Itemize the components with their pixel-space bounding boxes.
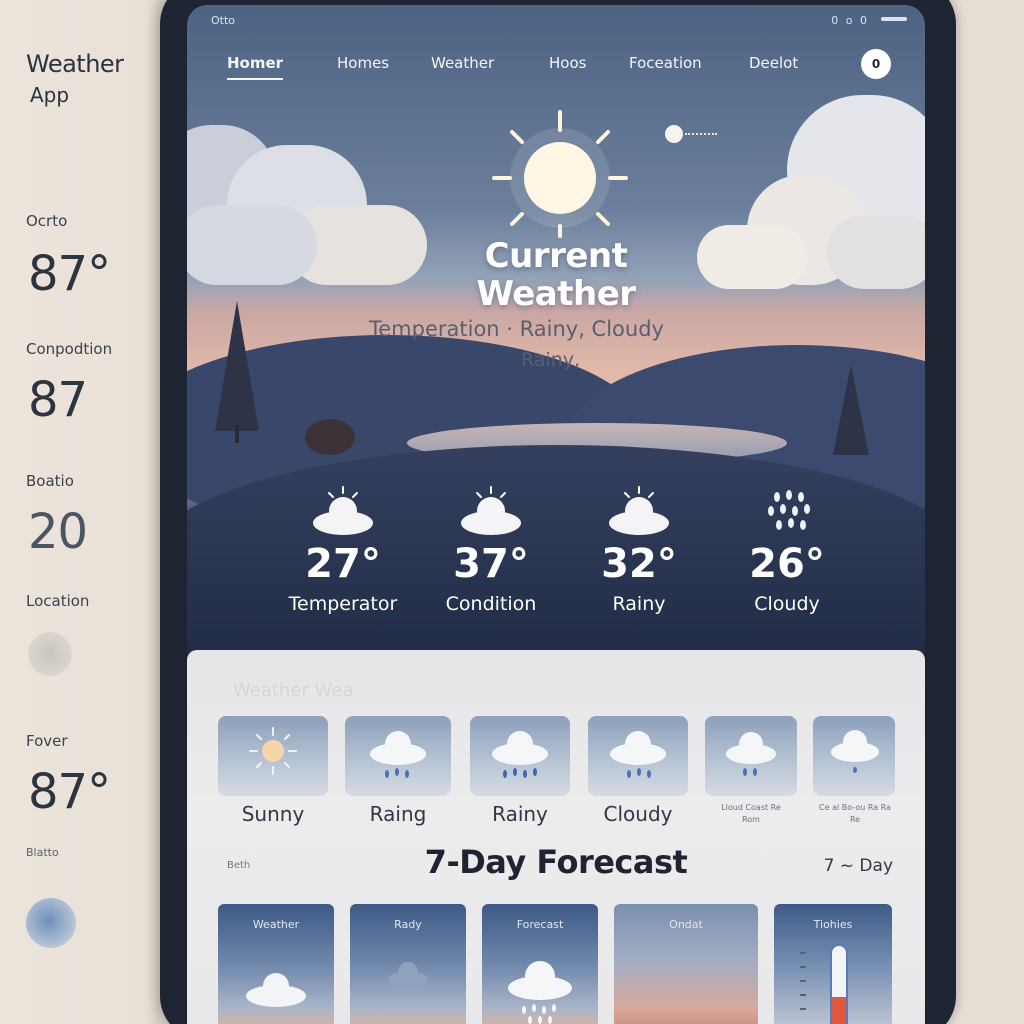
condition-card-rainy[interactable] (470, 716, 570, 796)
day-card[interactable]: Ondat (614, 904, 758, 1024)
day-card-title: Rady (394, 918, 422, 931)
forecast-panel: Weather Wea Sunny Raing Rainy Cloudy Llo… (187, 650, 925, 1024)
condition-label: Rainy (492, 802, 548, 826)
condition-card-raing[interactable] (345, 716, 451, 796)
condition-label: Ce al Bo-ou Ra Ra Re (819, 803, 891, 824)
side-label: Ocrto (26, 212, 68, 230)
day-card-title: Tiohies (813, 918, 853, 931)
current-stat-value: 37° (453, 541, 529, 587)
current-stat-condition[interactable]: 37° Condition (411, 485, 571, 615)
day-card[interactable]: Forecast (482, 904, 598, 1024)
current-stat-label: Rainy (612, 593, 666, 615)
pine-tree (833, 365, 869, 455)
side-label: Conpodtion (26, 340, 113, 358)
app-title: Weather (26, 50, 124, 78)
forecast-title: 7-Day Forecast (424, 843, 688, 881)
current-stat-value: 27° (305, 541, 381, 587)
side-label: Location (26, 592, 90, 610)
day-card[interactable]: Weather (218, 904, 334, 1024)
rain-drops-icon (768, 490, 810, 530)
tab-deelot[interactable]: Deelot (749, 54, 798, 72)
tab-homer[interactable]: Homer (227, 54, 284, 80)
current-stat-value: 32° (601, 541, 677, 587)
current-stat-value: 26° (749, 541, 825, 587)
hero-title-line2: Weather (476, 274, 636, 314)
current-stat-label: Temperator (288, 593, 398, 615)
forecast-range-button[interactable]: 7 ~ Day (824, 856, 893, 876)
panel-ghost-title: Weather Wea (233, 680, 354, 701)
rain-cloud-icon (492, 731, 548, 778)
side-value: 87° (28, 246, 111, 302)
current-stat-label: Cloudy (754, 593, 820, 615)
side-panel: Weather App Ocrto 87° Conpodtion 87 Boat… (0, 0, 150, 1024)
side-value: 20 (28, 504, 88, 560)
tab-homes[interactable]: Homes (337, 54, 389, 72)
rain-cloud-icon (610, 731, 666, 778)
side-label: Fover (26, 732, 68, 750)
hero-title: Current Weather (187, 237, 925, 313)
sun-icon (492, 110, 628, 238)
tree-trunk (235, 425, 239, 443)
condition-card-sunny[interactable] (218, 716, 328, 796)
day-card-title: Ondat (669, 918, 703, 931)
cloud-icon (388, 962, 428, 989)
current-stat-cloudy[interactable]: 26° Cloudy (707, 485, 867, 615)
condition-card-5[interactable] (705, 716, 797, 796)
condition-label: Cloudy (603, 802, 673, 826)
status-right: 0 o 0 (831, 14, 869, 27)
rain-cloud-icon (370, 731, 426, 778)
sun-cloud-icon (313, 486, 373, 535)
cloud-icon (246, 973, 306, 1007)
side-tiny-text: Blatto (26, 846, 59, 859)
thermometer-scale (800, 952, 810, 1022)
battery-icon (881, 17, 907, 21)
rain-cloud-icon (508, 961, 572, 1024)
thermometer-icon (830, 944, 848, 1024)
condition-label: Sunny (241, 802, 305, 826)
hero-title-line1: Current (484, 236, 628, 276)
hero-subtitle: Temperation · Rainy, Cloudy (369, 317, 664, 341)
top-nav: Homer Homes Weather Hoos Foceation Deelo… (187, 45, 925, 89)
day-card-title: Forecast (516, 918, 564, 931)
thermometer-fill (832, 996, 846, 1024)
day-card[interactable]: Rady (350, 904, 466, 1024)
current-stat-rainy[interactable]: 32° Rainy (559, 485, 719, 615)
tab-weather[interactable]: Weather (431, 54, 494, 72)
status-bar: Otto 0 o 0 (187, 5, 925, 37)
current-stat-label: Condition (445, 593, 537, 615)
side-value: 87 (28, 372, 88, 428)
current-stat-temperature[interactable]: 27° Temperator (263, 485, 423, 615)
status-left: Otto (211, 14, 236, 27)
profile-button[interactable]: 0 (861, 49, 891, 79)
condition-card-cloudy[interactable] (588, 716, 688, 796)
day-card-title: Weather (252, 918, 300, 931)
device-screen: Otto 0 o 0 Homer Homes Weather Hoos Foce… (187, 5, 925, 1024)
app-subtitle: App (30, 83, 70, 107)
condition-label: Raing (369, 802, 427, 826)
sun-icon (249, 727, 297, 775)
rain-cloud-icon (726, 732, 776, 776)
condition-label: Lloud Coast Re Rom (721, 803, 781, 824)
sun-cloud-icon (461, 486, 521, 535)
location-indicator (28, 632, 72, 676)
bush (305, 419, 355, 455)
sun-cloud-icon (609, 486, 669, 535)
tab-hoos[interactable]: Hoos (549, 54, 586, 72)
side-label: Boatio (26, 472, 74, 490)
tab-foceation[interactable]: Foceation (629, 54, 702, 72)
side-action-button[interactable] (26, 898, 76, 948)
pine-tree (215, 301, 259, 431)
motion-line (685, 133, 717, 135)
hero-subtitle-2: Rainy, (521, 349, 581, 371)
cloud-icon (831, 730, 879, 773)
moon-icon (665, 125, 683, 143)
day-card[interactable]: Tiohies (774, 904, 892, 1024)
side-value: 87° (28, 764, 111, 820)
condition-card-6[interactable] (813, 716, 895, 796)
